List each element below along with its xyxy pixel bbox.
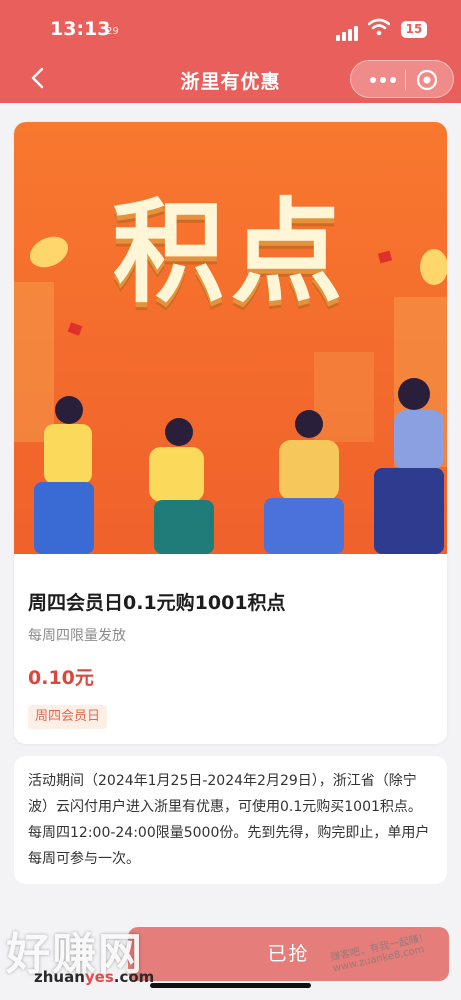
- more-icon[interactable]: [367, 73, 399, 87]
- status-time-sub: 29: [106, 26, 119, 37]
- close-circle-icon[interactable]: [415, 68, 439, 92]
- product-subtitle: 每周四限量发放: [28, 628, 126, 644]
- member-day-tag: 周四会员日: [28, 705, 108, 729]
- status-time: 13:13: [50, 18, 111, 40]
- wifi-icon: [368, 18, 390, 36]
- signal-icon: [336, 22, 360, 41]
- watermark-url: zhuanyes.com: [34, 968, 155, 986]
- product-title: 周四会员日0.1元购1001积点: [28, 592, 286, 614]
- battery-icon: 15: [401, 21, 427, 38]
- product-price: 0.10元: [28, 667, 94, 689]
- capsule-divider: [405, 70, 406, 90]
- nav-bar: 浙里有优惠: [0, 56, 461, 103]
- mini-program-capsule: [350, 60, 454, 98]
- app-header: 13:13 29 15 浙里有优惠: [0, 0, 461, 103]
- banner-headline: 积点: [112, 188, 349, 318]
- home-indicator: [150, 983, 311, 988]
- activity-description: 活动期间（2024年1月25日-2024年2月29日），浙江省（除宁波）云闪付用…: [14, 756, 447, 884]
- product-card: 积点 周四会员日0.1元购1001积点 每周四限量发放 0.10元 周四会员日: [14, 122, 447, 744]
- status-bar: 13:13 29 15: [0, 0, 461, 56]
